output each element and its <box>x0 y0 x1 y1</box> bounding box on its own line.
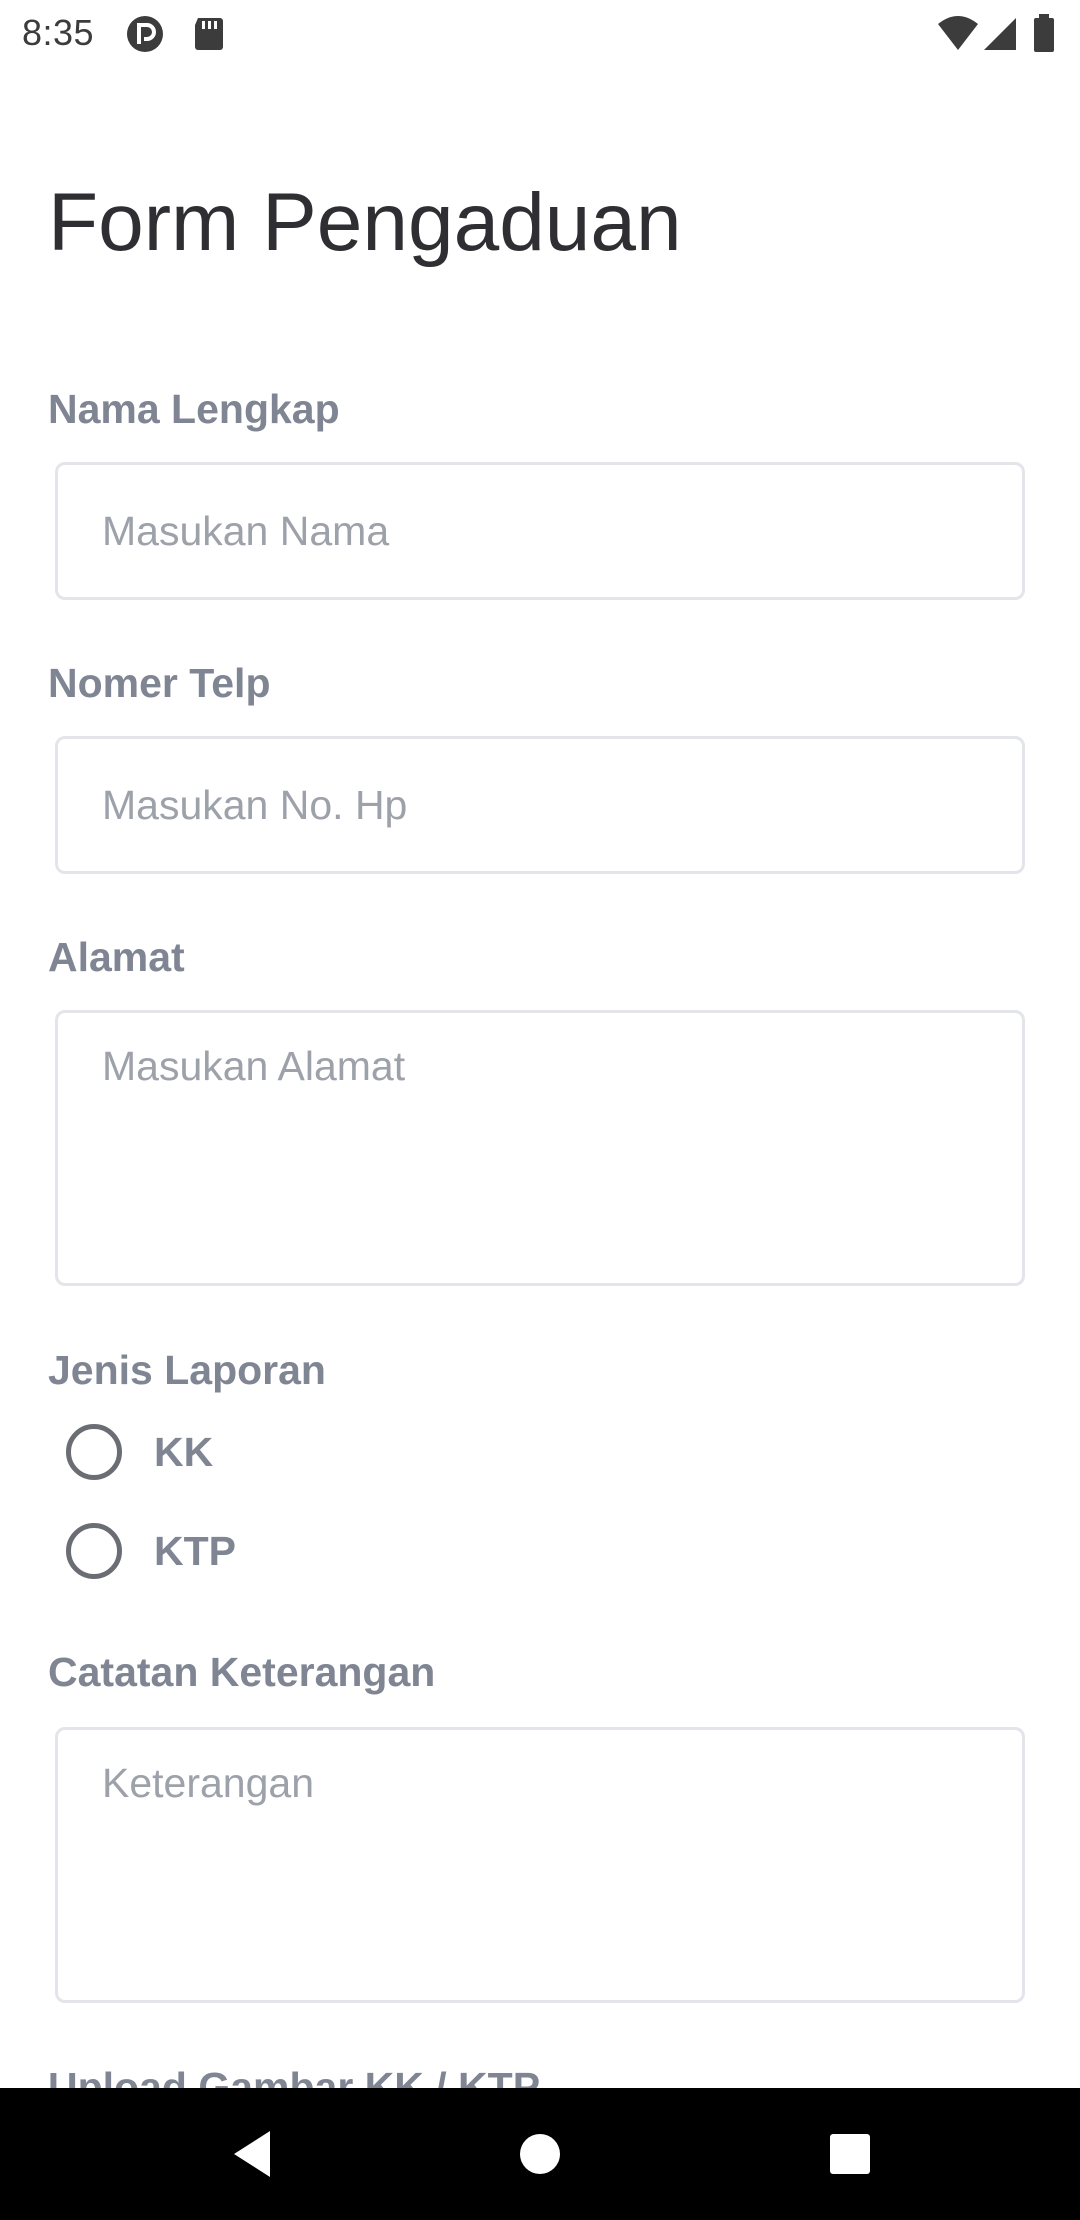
catatan-label: Catatan Keterangan <box>48 1649 436 1695</box>
radio-label-kk[interactable]: KK <box>154 1429 213 1476</box>
alamat-input[interactable] <box>55 1010 1025 1286</box>
radio-circle-kk[interactable] <box>66 1424 122 1480</box>
nama-input[interactable] <box>55 462 1025 600</box>
home-icon[interactable] <box>510 2124 570 2184</box>
navigation-bar <box>0 2088 1080 2220</box>
form-content[interactable]: Form Pengaduan Nama Lengkap Nomer Telp A… <box>0 66 1080 2088</box>
battery-icon <box>1032 14 1072 54</box>
recents-icon[interactable] <box>820 2124 880 2184</box>
status-bar: 8:35 <box>0 0 1080 66</box>
back-icon[interactable] <box>222 2124 282 2184</box>
alamat-label: Alamat <box>48 934 185 980</box>
radio-circle-ktp[interactable] <box>66 1523 122 1579</box>
status-time: 8:35 <box>22 12 95 53</box>
page-title: Form Pengaduan <box>48 177 682 268</box>
radio-label-ktp[interactable]: KTP <box>154 1528 236 1575</box>
telp-input[interactable] <box>55 736 1025 874</box>
signal-icon <box>980 14 1020 54</box>
radio-option-kk[interactable]: KK <box>66 1422 213 1482</box>
wifi-icon <box>936 14 978 54</box>
app-notification-icon <box>125 14 165 54</box>
telp-label: Nomer Telp <box>48 660 271 706</box>
upload-label: Upload Gambar KK / KTP <box>48 2064 541 2088</box>
radio-option-ktp[interactable]: KTP <box>66 1521 236 1581</box>
catatan-input[interactable] <box>55 1727 1025 2003</box>
jenis-label: Jenis Laporan <box>48 1347 326 1393</box>
nama-label: Nama Lengkap <box>48 386 340 432</box>
sd-card-icon <box>188 14 228 54</box>
